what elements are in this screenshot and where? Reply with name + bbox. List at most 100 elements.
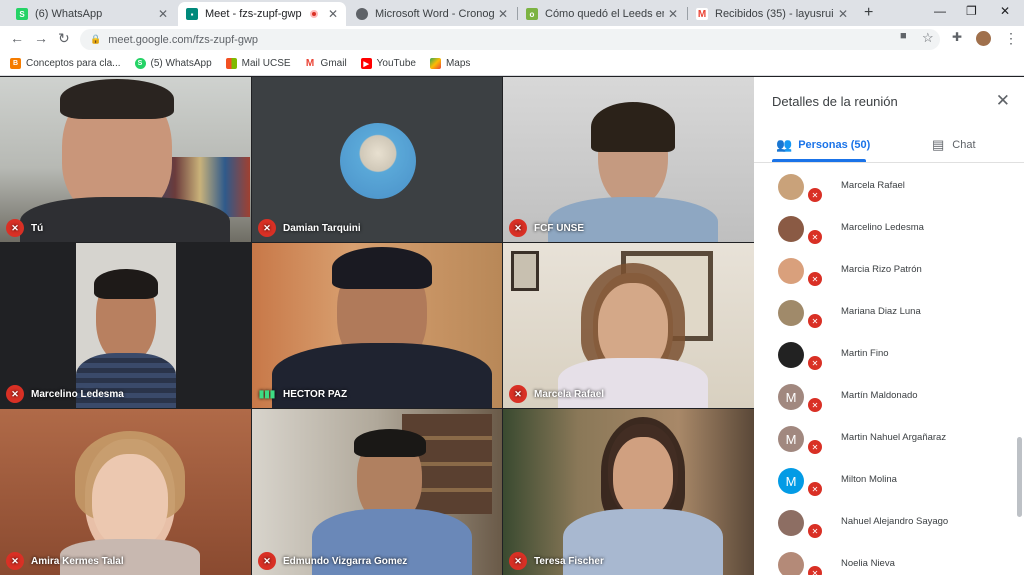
participant-list-item[interactable]: ✕ Nahuel Alejandro Sayago bbox=[754, 501, 1016, 543]
video-tile[interactable]: ✕ Amira Kermes Talal bbox=[0, 409, 251, 575]
participant-name: Milton Molina bbox=[841, 474, 897, 485]
video-tile[interactable]: ✕ Teresa Fischer bbox=[503, 409, 754, 575]
participant-name: Teresa Fischer bbox=[534, 555, 604, 567]
back-arrow-icon[interactable]: ← bbox=[10, 30, 24, 46]
avatar: M bbox=[778, 468, 804, 494]
mic-off-icon: ✕ bbox=[806, 396, 824, 414]
camera-icon[interactable]: ■ bbox=[900, 30, 907, 42]
address-bar[interactable]: 🔒 meet.google.com/fzs-zupf-gwp bbox=[80, 29, 940, 50]
close-tab-icon[interactable]: ✕ bbox=[158, 7, 168, 21]
menu-dots-icon[interactable]: ⋮ bbox=[1004, 30, 1018, 47]
bookmark-item[interactable]: B Conceptos para cla... bbox=[10, 58, 121, 69]
mic-off-icon: ✕ bbox=[258, 552, 276, 570]
avatar bbox=[778, 552, 804, 575]
panel-title: Detalles de la reunión bbox=[772, 94, 898, 109]
close-tab-icon[interactable]: ✕ bbox=[838, 7, 848, 21]
participant-nameplate: ✕ FCF UNSE bbox=[509, 219, 584, 237]
close-tab-icon[interactable]: ✕ bbox=[328, 7, 338, 21]
browser-toolbar: ← → ↻ 🔒 meet.google.com/fzs-zupf-gwp ■ ☆… bbox=[0, 26, 1024, 52]
chat-icon: ▤ bbox=[932, 137, 945, 152]
avatar bbox=[778, 510, 804, 536]
participant-name: FCF UNSE bbox=[534, 222, 584, 234]
video-tile[interactable]: ▮▮▮ HECTOR PAZ bbox=[252, 243, 502, 408]
tab-title: (6) WhatsApp bbox=[35, 8, 103, 20]
close-tab-icon[interactable]: ✕ bbox=[668, 7, 678, 21]
bookmarks-bar: B Conceptos para cla... S (5) WhatsApp Mai… bbox=[0, 52, 1024, 76]
maps-icon bbox=[429, 58, 441, 69]
video-tile[interactable]: ✕ Damian Tarquini bbox=[252, 77, 502, 242]
restore-icon[interactable]: ❐ bbox=[966, 4, 977, 18]
bookmark-item[interactable]: M Gmail bbox=[304, 58, 347, 69]
participant-list-item[interactable]: ✕ Marcia Rizo Patrón bbox=[754, 249, 1016, 291]
close-window-icon[interactable]: ✕ bbox=[1000, 4, 1010, 18]
bookmark-item[interactable]: Mail UCSE bbox=[225, 58, 291, 69]
close-tab-icon[interactable]: ✕ bbox=[498, 7, 508, 21]
mic-off-icon: ✕ bbox=[509, 385, 527, 403]
tab-chat[interactable]: ▤ Chat bbox=[932, 137, 976, 153]
profile-avatar[interactable] bbox=[976, 31, 991, 46]
avatar bbox=[778, 216, 804, 242]
participant-name: Martín Maldonado bbox=[841, 390, 918, 401]
tab-word[interactable]: Microsoft Word - Cronograma ✕ bbox=[348, 2, 516, 26]
mic-off-icon: ✕ bbox=[806, 270, 824, 288]
extensions-icon[interactable]: ✚ bbox=[952, 30, 962, 44]
meeting-details-panel: Detalles de la reunión ✕ 👥 Personas (50)… bbox=[754, 77, 1024, 575]
whatsapp-icon: S bbox=[16, 8, 28, 20]
mic-off-icon: ✕ bbox=[6, 219, 24, 237]
blogger-icon: B bbox=[10, 58, 21, 69]
minimize-icon[interactable]: — bbox=[934, 4, 946, 18]
participant-hair bbox=[60, 79, 174, 119]
bookmark-item[interactable]: Maps bbox=[429, 58, 470, 69]
tab-meet[interactable]: ▪ Meet - fzs-zupf-gwp ✕ bbox=[178, 2, 346, 26]
participant-list-item[interactable]: ✕ Noelia Nieva bbox=[754, 543, 1016, 575]
url-text: meet.google.com/fzs-zupf-gwp bbox=[108, 33, 259, 46]
participant-nameplate: ✕ Teresa Fischer bbox=[509, 552, 604, 570]
participant-name: Marcia Rizo Patrón bbox=[841, 264, 922, 275]
close-icon[interactable]: ✕ bbox=[996, 91, 1010, 111]
participant-list-item[interactable]: M ✕ Martín Maldonado bbox=[754, 375, 1016, 417]
participant-name: Mariana Diaz Luna bbox=[841, 306, 921, 317]
participant-name: Marcela Rafael bbox=[534, 388, 605, 400]
participant-list[interactable]: ✕ Marcela Rafael ✕ Marcelino Ledesma ✕ Marcia… bbox=[754, 165, 1024, 575]
mic-off-icon: ✕ bbox=[806, 186, 824, 204]
new-tab-button[interactable]: + bbox=[864, 4, 873, 22]
video-tile[interactable]: ✕ FCF UNSE bbox=[503, 77, 754, 242]
participant-list-item[interactable]: ✕ Martin Fino bbox=[754, 333, 1016, 375]
participant-name: Martin Nahuel Argañaraz bbox=[841, 432, 947, 443]
mic-off-icon: ✕ bbox=[806, 480, 824, 498]
participant-list-item[interactable]: M ✕ Martin Nahuel Argañaraz bbox=[754, 417, 1016, 459]
participant-list-item[interactable]: ✕ Marcela Rafael bbox=[754, 165, 1016, 207]
bookmark-item[interactable]: S (5) WhatsApp bbox=[134, 58, 212, 69]
forward-arrow-icon[interactable]: → bbox=[34, 30, 48, 46]
star-icon[interactable]: ☆ bbox=[922, 30, 934, 46]
participant-list-item[interactable]: ✕ Mariana Diaz Luna bbox=[754, 291, 1016, 333]
participant-hair bbox=[94, 269, 158, 299]
participant-list-item[interactable]: M ✕ Milton Molina bbox=[754, 459, 1016, 501]
tab-whatsapp[interactable]: S (6) WhatsApp ✕ bbox=[8, 2, 176, 26]
microsoft-icon bbox=[225, 58, 237, 69]
participant-face-inner bbox=[613, 437, 673, 517]
video-tile[interactable]: ✕ Edmundo Vizgarra Gomez bbox=[252, 409, 502, 575]
tab-title: Meet - fzs-zupf-gwp bbox=[205, 8, 302, 20]
avatar: M bbox=[778, 384, 804, 410]
tab-people[interactable]: 👥 Personas (50) bbox=[776, 137, 870, 153]
reload-icon[interactable]: ↻ bbox=[58, 30, 70, 47]
tab-gmail[interactable]: M Recibidos (35) - layusruiz@gm ✕ bbox=[688, 2, 856, 26]
mic-off-icon: ✕ bbox=[509, 552, 527, 570]
video-tile[interactable]: ✕ Marcelino Ledesma bbox=[0, 243, 251, 408]
participant-list-item[interactable]: ✕ Marcelino Ledesma bbox=[754, 207, 1016, 249]
participant-name: Damian Tarquini bbox=[283, 222, 361, 234]
participant-nameplate: ✕ Marcela Rafael bbox=[509, 385, 604, 403]
bookmark-label: Gmail bbox=[320, 58, 347, 69]
news-icon: o bbox=[526, 8, 538, 20]
tab-leeds[interactable]: o Cómo quedó el Leeds en la tab ✕ bbox=[518, 2, 686, 26]
lock-icon: 🔒 bbox=[90, 34, 102, 44]
bookmark-item[interactable]: ▶ YouTube bbox=[360, 58, 416, 69]
video-tile[interactable]: ✕ Marcela Rafael bbox=[503, 243, 754, 408]
mic-off-icon: ✕ bbox=[806, 438, 824, 456]
video-tile[interactable]: ✕ Tú bbox=[0, 77, 251, 242]
participant-face-inner bbox=[92, 454, 168, 549]
scrollbar[interactable] bbox=[1017, 437, 1022, 517]
youtube-icon: ▶ bbox=[360, 58, 372, 69]
participant-nameplate: ▮▮▮ HECTOR PAZ bbox=[258, 385, 347, 403]
